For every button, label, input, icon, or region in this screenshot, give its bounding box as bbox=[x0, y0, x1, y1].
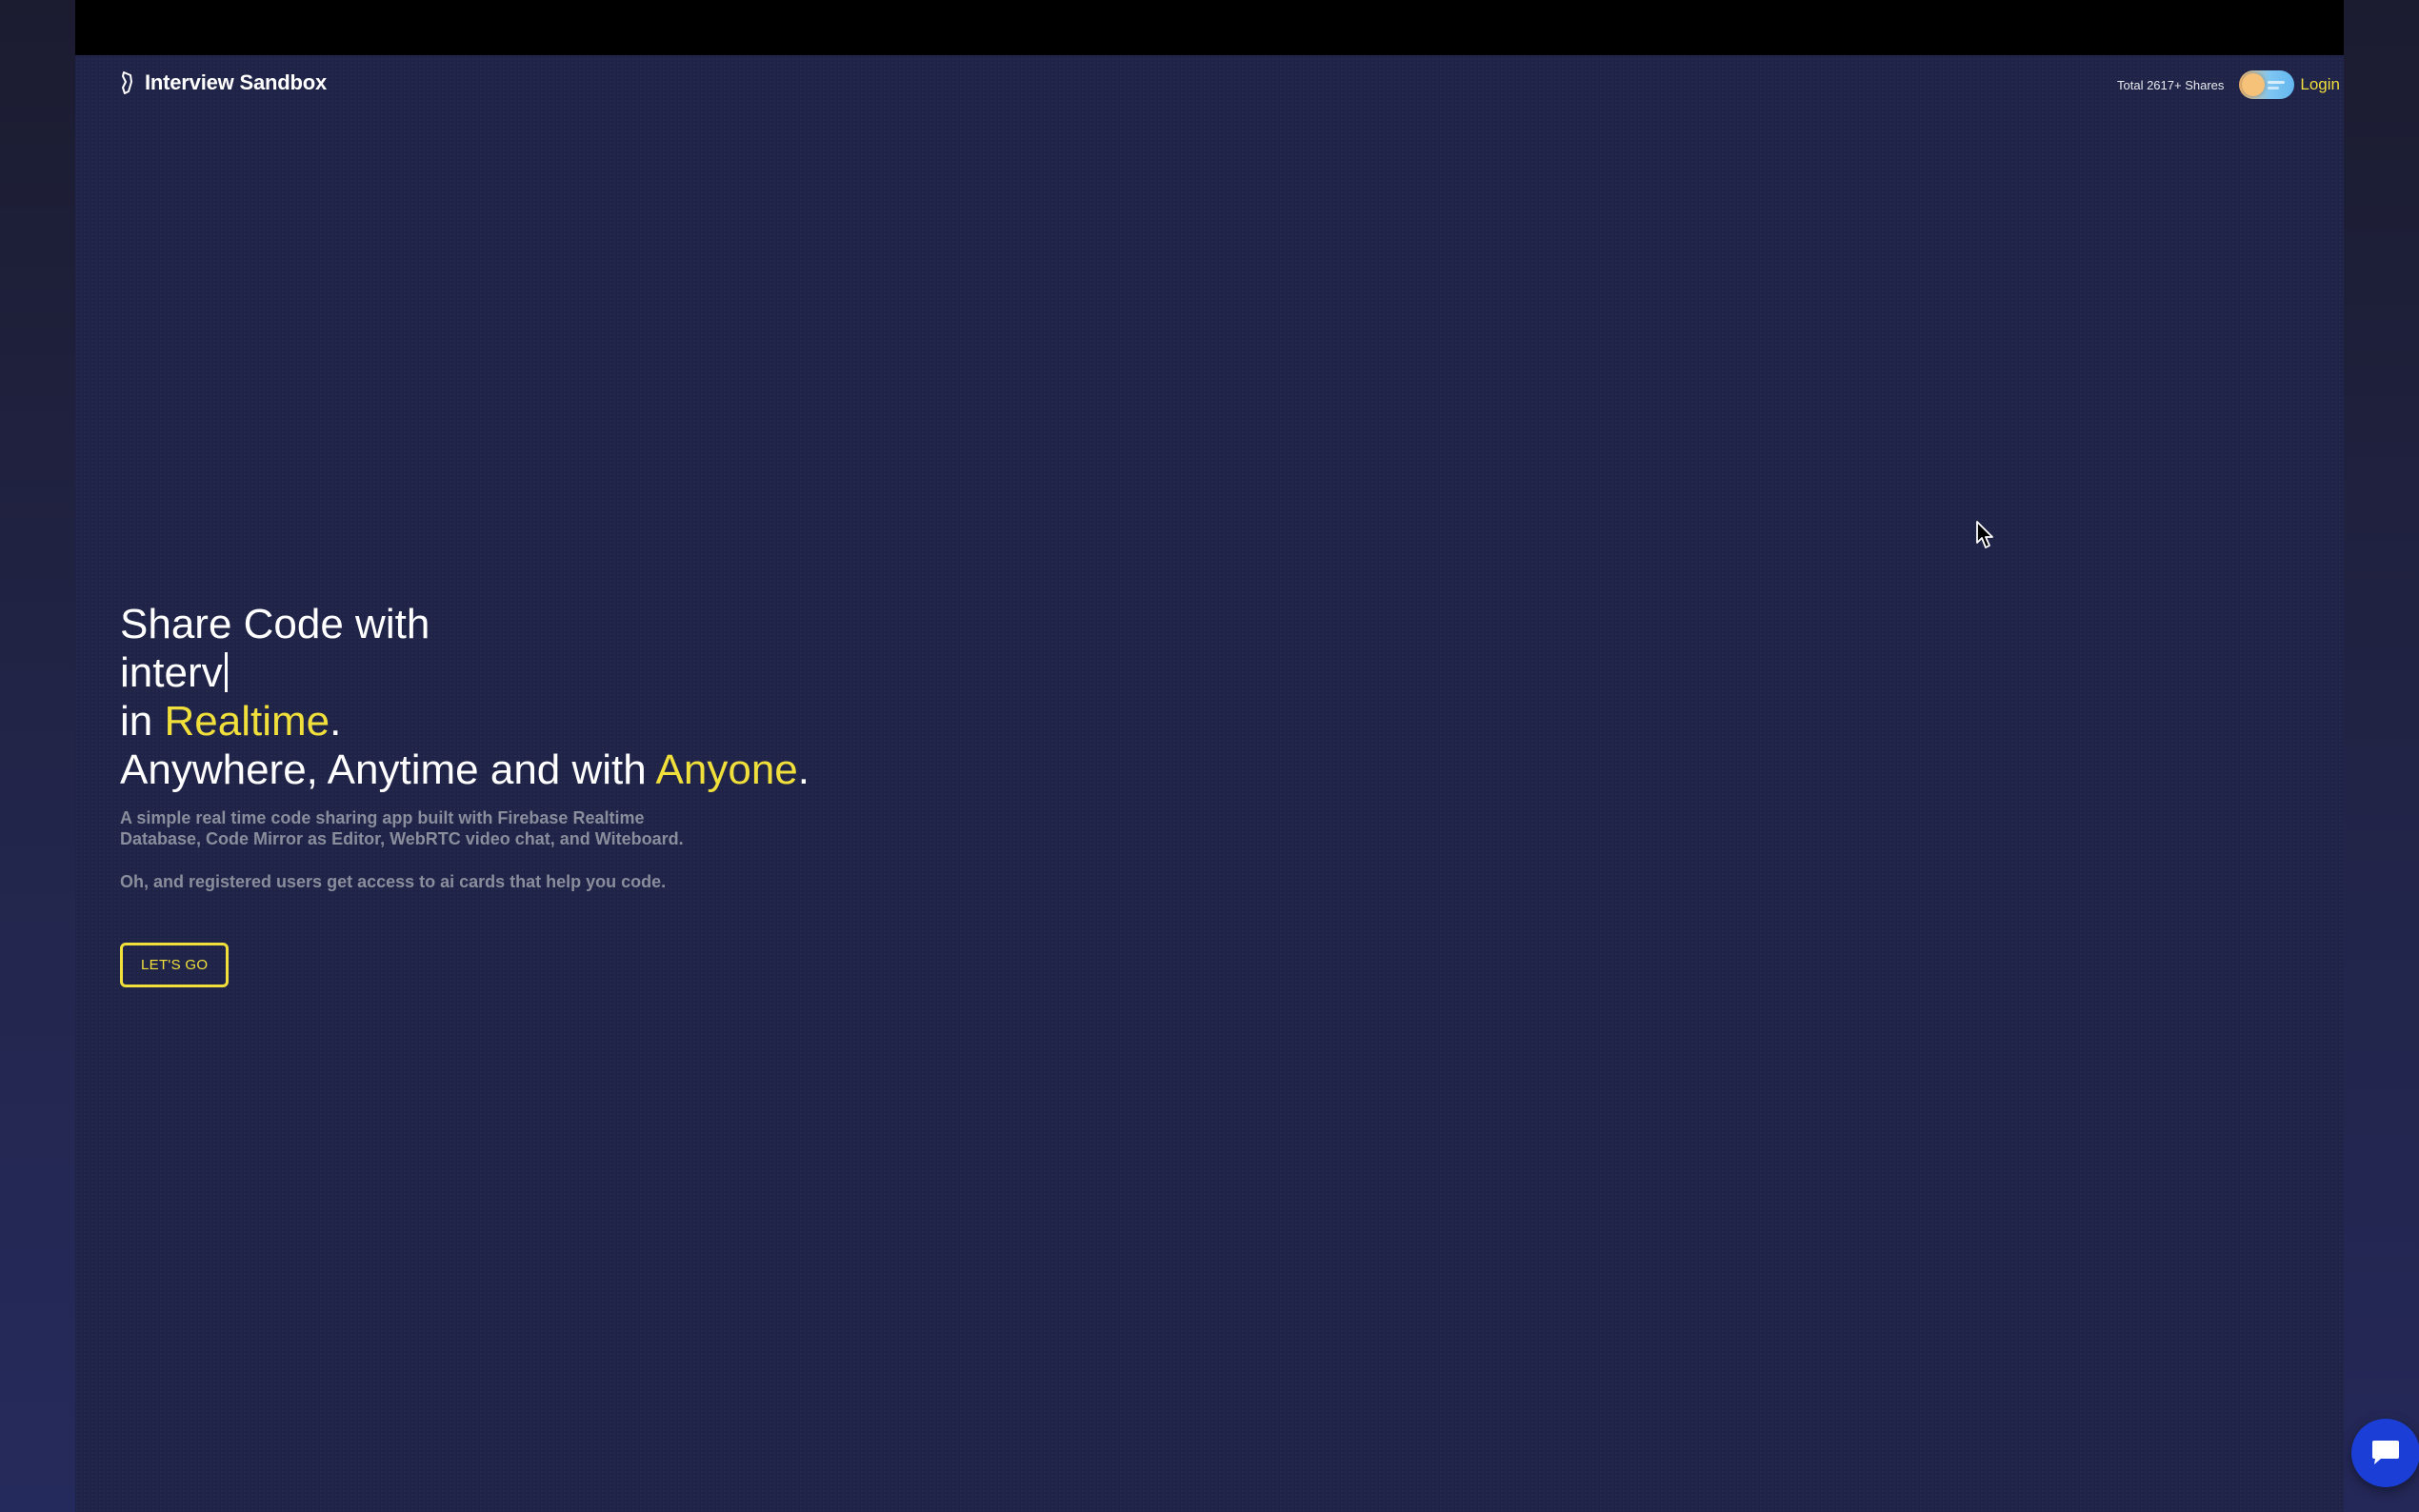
mouse-pointer-icon bbox=[1976, 521, 1993, 548]
hero-line-4-suffix: . bbox=[797, 746, 810, 793]
top-black-bar bbox=[75, 0, 2344, 55]
hero-typed-line: interv bbox=[120, 648, 810, 697]
typed-text: interv bbox=[120, 649, 223, 696]
hero-section: Share Code with interv in Realtime. Anyw… bbox=[120, 600, 810, 987]
hero-line-1: Share Code with bbox=[120, 601, 430, 647]
typing-caret bbox=[224, 652, 228, 692]
login-link[interactable]: Login bbox=[2300, 75, 2340, 94]
brand-logo-icon bbox=[120, 70, 135, 95]
hero-line-3: in Realtime. bbox=[120, 697, 810, 746]
hero-line-4-prefix: Anywhere, Anytime and with bbox=[120, 746, 656, 793]
description-paragraph-2: Oh, and registered users get access to a… bbox=[120, 872, 667, 891]
left-backdrop bbox=[0, 0, 75, 1512]
theme-toggle[interactable] bbox=[2239, 70, 2295, 99]
brand[interactable]: Interview Sandbox bbox=[120, 70, 327, 95]
hero-description: A simple real time code sharing app buil… bbox=[120, 807, 710, 892]
realtime-accent: Realtime bbox=[164, 698, 330, 745]
lets-go-button[interactable]: LET'S GO bbox=[120, 943, 230, 987]
theme-toggle-knob bbox=[2242, 73, 2266, 96]
total-shares-counter: Total 2617+ Shares bbox=[2117, 77, 2225, 92]
app-viewport: Interview Sandbox Total 2617+ Shares Log… bbox=[75, 0, 2419, 1512]
header-actions: Total 2617+ Shares Login bbox=[2117, 70, 2340, 99]
description-paragraph-1: A simple real time code sharing app buil… bbox=[120, 808, 684, 848]
chat-button[interactable] bbox=[2351, 1419, 2419, 1487]
right-backdrop bbox=[2344, 0, 2419, 1512]
cloud-icon bbox=[2268, 81, 2286, 84]
hero-line-3-suffix: . bbox=[330, 698, 342, 745]
hero-line-3-prefix: in bbox=[120, 698, 165, 745]
anyone-accent: Anyone bbox=[655, 746, 798, 793]
cloud-icon-small bbox=[2268, 87, 2280, 90]
hero-line-4: Anywhere, Anytime and with Anyone. bbox=[120, 746, 810, 794]
browser-frame: Interview Sandbox Total 2617+ Shares Log… bbox=[0, 0, 2419, 1512]
brand-title: Interview Sandbox bbox=[145, 70, 327, 94]
chat-bubble-icon bbox=[2372, 1441, 2399, 1464]
